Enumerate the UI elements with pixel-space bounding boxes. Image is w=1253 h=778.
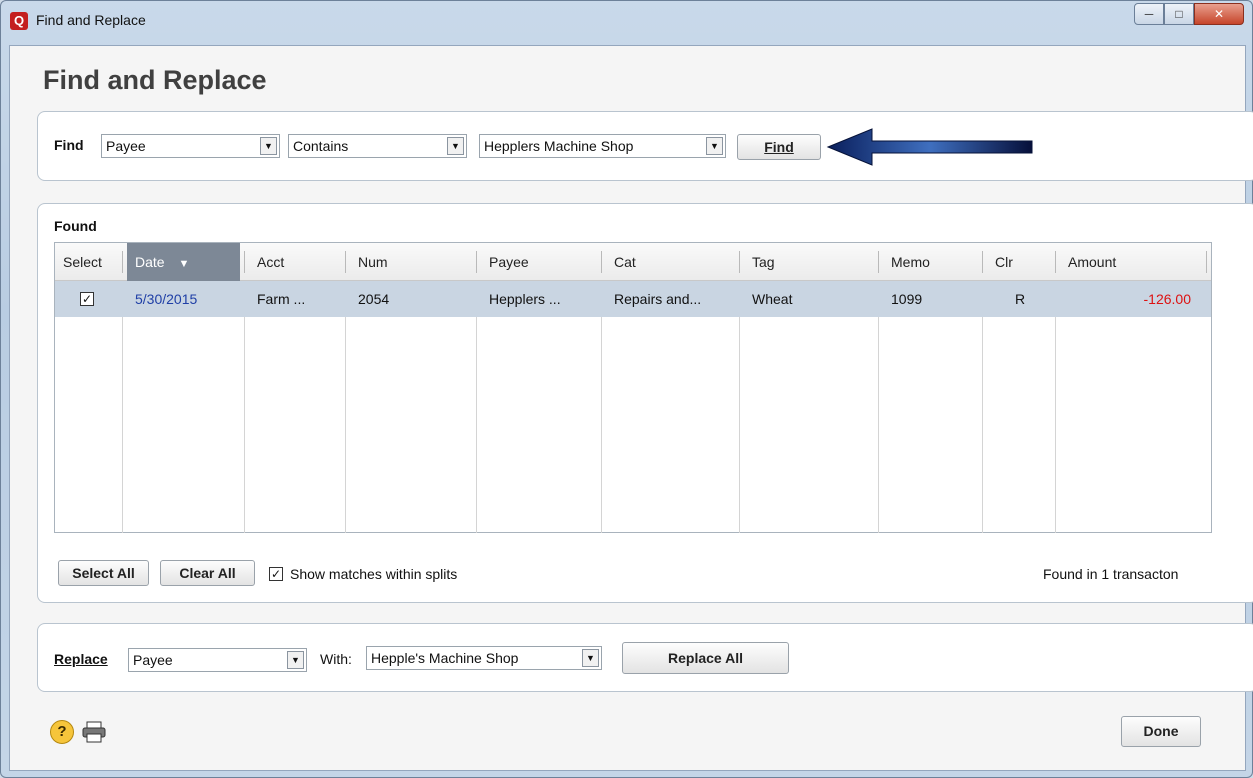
row-tag: Wheat — [752, 291, 793, 307]
quicken-app-icon: Q — [10, 12, 28, 30]
row-amount: -126.00 — [1143, 291, 1191, 307]
column-divider — [878, 251, 879, 273]
find-value-text: Hepplers Machine Shop — [484, 138, 634, 154]
column-header-clr[interactable]: Clr — [987, 243, 1053, 281]
found-label: Found — [54, 218, 97, 234]
done-button[interactable]: Done — [1121, 716, 1201, 747]
annotation-arrow-icon — [826, 128, 1033, 166]
row-select-checkbox[interactable]: ✓ — [80, 292, 94, 306]
column-line — [244, 281, 245, 533]
replace-value-input[interactable]: Hepple's Machine Shop ▼ — [366, 646, 602, 670]
column-line — [476, 281, 477, 533]
column-header-amount[interactable]: Amount — [1060, 243, 1205, 281]
close-button[interactable]: ✕ — [1194, 3, 1244, 25]
replace-all-button[interactable]: Replace All — [622, 642, 789, 674]
row-clr: R — [1015, 291, 1026, 307]
column-divider — [1206, 251, 1207, 273]
row-payee: Hepplers ... — [489, 291, 561, 307]
column-header-payee[interactable]: Payee — [481, 243, 599, 281]
dialog-heading: Find and Replace — [43, 65, 267, 95]
table-header: Select Date ▼ Acct Num Payee Cat Tag Mem… — [55, 243, 1211, 281]
column-divider — [1055, 251, 1056, 273]
column-header-tag[interactable]: Tag — [744, 243, 876, 281]
footer-bar — [8, 695, 1245, 770]
found-count-status: Found in 1 transacton — [1043, 566, 1179, 582]
column-line — [122, 281, 123, 533]
column-header-memo[interactable]: Memo — [883, 243, 980, 281]
maximize-button[interactable]: □ — [1164, 3, 1194, 25]
row-acct: Farm ... — [257, 291, 306, 307]
row-cat: Repairs and... — [614, 291, 702, 307]
table-row[interactable]: ✓ 5/30/2015 Farm ... 2054 Hepplers ... R… — [55, 281, 1211, 317]
date-header-label: Date — [135, 254, 165, 270]
with-label: With: — [320, 651, 352, 667]
replace-field-value: Payee — [133, 652, 173, 668]
find-operator-value: Contains — [293, 138, 349, 154]
replace-value-text: Hepple's Machine Shop — [371, 650, 519, 666]
title-bar: Q Find and Replace ─ □ ✕ — [1, 1, 1252, 43]
column-line — [1055, 281, 1056, 533]
find-field-select[interactable]: Payee ▼ — [101, 134, 280, 158]
column-header-num[interactable]: Num — [350, 243, 475, 281]
row-date: 5/30/2015 — [135, 291, 198, 307]
help-icon[interactable]: ? — [50, 720, 74, 744]
column-divider — [244, 251, 245, 273]
find-field-value: Payee — [106, 138, 146, 154]
column-divider — [739, 251, 740, 273]
find-label: Find — [54, 137, 84, 153]
column-header-select[interactable]: Select — [55, 243, 122, 281]
show-matches-checkbox[interactable]: ✓ — [269, 567, 283, 581]
column-line — [601, 281, 602, 533]
find-button[interactable]: Find — [737, 134, 821, 160]
window-controls: ─ □ ✕ — [1134, 3, 1244, 25]
column-divider — [476, 251, 477, 273]
chevron-down-icon[interactable]: ▼ — [447, 137, 464, 155]
find-value-input[interactable]: Hepplers Machine Shop ▼ — [479, 134, 726, 158]
dropdown-list-icon[interactable]: ▼ — [582, 649, 599, 667]
column-divider — [982, 251, 983, 273]
printer-icon[interactable] — [82, 721, 106, 743]
select-all-button[interactable]: Select All — [58, 560, 149, 586]
chevron-down-icon[interactable]: ▼ — [287, 651, 304, 669]
find-operator-select[interactable]: Contains ▼ — [288, 134, 467, 158]
results-table: Select Date ▼ Acct Num Payee Cat Tag Mem… — [54, 242, 1212, 533]
replace-field-select[interactable]: Payee ▼ — [128, 648, 307, 672]
column-divider — [601, 251, 602, 273]
chevron-down-icon[interactable]: ▼ — [260, 137, 277, 155]
column-header-date[interactable]: Date ▼ — [127, 243, 240, 281]
column-line — [982, 281, 983, 533]
column-header-cat[interactable]: Cat — [606, 243, 737, 281]
column-divider — [122, 251, 123, 273]
column-divider — [345, 251, 346, 273]
show-matches-label: Show matches within splits — [290, 566, 458, 582]
sort-descending-icon: ▼ — [178, 258, 190, 270]
replace-label: Replace — [54, 651, 108, 667]
row-num: 2054 — [358, 291, 390, 307]
column-header-acct[interactable]: Acct — [249, 243, 345, 281]
column-line — [345, 281, 346, 533]
column-line — [878, 281, 879, 533]
row-memo: 1099 — [891, 291, 923, 307]
window-title: Find and Replace — [36, 12, 146, 28]
column-line — [739, 281, 740, 533]
dropdown-list-icon[interactable]: ▼ — [706, 137, 723, 155]
clear-all-button[interactable]: Clear All — [160, 560, 255, 586]
minimize-button[interactable]: ─ — [1134, 3, 1164, 25]
